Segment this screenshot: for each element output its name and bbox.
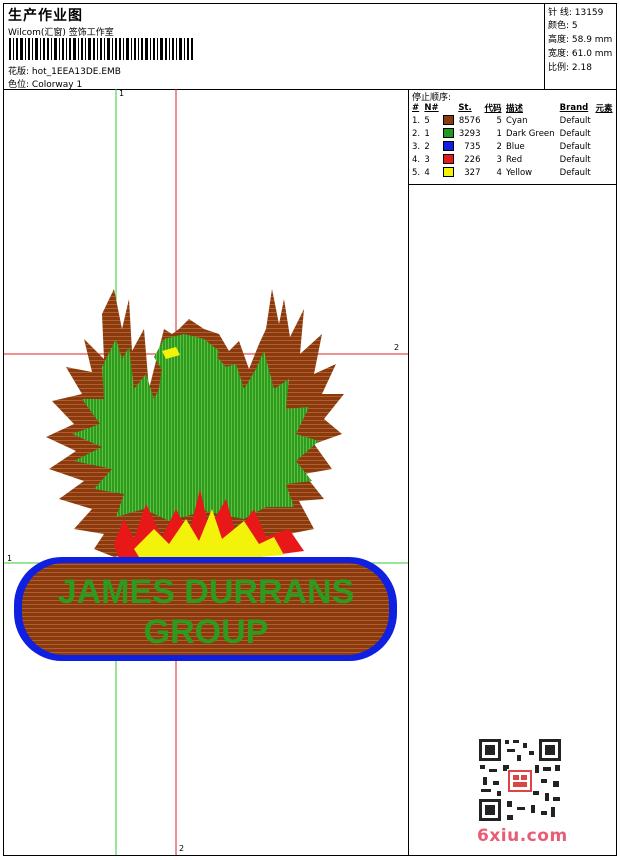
sheet-header: 生产作业图 Wilcom(汇窗) 签饰工作室 花版: hot_1EEA13DE.… (4, 4, 616, 90)
guide-label-v1: 1 (119, 89, 125, 98)
row-element (593, 114, 615, 127)
design-label: 花版: (8, 67, 30, 77)
row-description: Red (505, 154, 523, 165)
production-sheet: 生产作业图 Wilcom(汇窗) 签饰工作室 花版: hot_1EEA13DE.… (3, 3, 617, 856)
row-code: 2 (496, 141, 502, 152)
table-header-row: # N# St. 代码 描述 Brand 元素 (410, 102, 615, 114)
company-name: Wilcom(汇窗) 签饰工作室 (8, 28, 114, 38)
color-swatch (443, 128, 454, 139)
design-file: 花版: hot_1EEA13DE.EMB (8, 64, 121, 77)
row-swatch (441, 127, 456, 140)
table-row: 3. 2 735 2 Blue Default (410, 140, 615, 153)
color-swatch (443, 167, 454, 178)
sheet-title: 生产作业图 (8, 8, 83, 24)
row-element (593, 166, 615, 179)
banner-line2: GROUP (144, 613, 269, 651)
watermark-logo: 6xiu.com (477, 826, 568, 846)
row-code: 3 (496, 154, 502, 165)
row-code: 1 (496, 128, 502, 139)
banner-line1: JAMES DURRANS (58, 573, 355, 611)
row-description: Cyan (505, 115, 528, 126)
row-description: Blue (505, 141, 525, 152)
table-row: 1. 5 8576 5 Cyan Default (410, 114, 615, 127)
row-code: 4 (496, 167, 502, 178)
color-swatch (443, 154, 454, 165)
row-swatch (441, 166, 456, 179)
row-brand: Default (559, 154, 591, 165)
row-needle: 4 (424, 167, 430, 178)
guide-label-v2: 2 (179, 844, 185, 853)
row-brand: Default (559, 141, 591, 152)
row-stitches: 327 (464, 167, 481, 178)
row-number: 5. (412, 167, 421, 178)
row-element (593, 153, 615, 166)
design-scale: 比例: 2.18 (548, 63, 592, 73)
row-swatch (441, 114, 456, 127)
col-header: 描述 (505, 104, 523, 114)
row-number: 4. (412, 154, 421, 165)
row-needle: 1 (424, 128, 430, 139)
col-header: 元素 (595, 104, 613, 114)
color-swatch (443, 115, 454, 126)
row-stitches: 3293 (458, 128, 481, 139)
color-count: 颜色: 5 (548, 21, 578, 31)
phoenix-artwork (46, 289, 344, 561)
stitch-count: 针 线: 13159 (548, 8, 604, 18)
qr-code (477, 737, 563, 823)
table-row: 2. 1 3293 1 Dark Green Default (410, 127, 615, 140)
guide-label-h2: 2 (394, 343, 400, 352)
design-canvas: JAMES DURRANS GROUP 1 2 1 2 (4, 89, 409, 855)
stats-panel: 针 线: 13159 颜色: 5 高度: 58.9 mm 宽度: 61.0 mm… (544, 4, 617, 89)
design-width: 宽度: 61.0 mm (548, 49, 613, 59)
row-needle: 3 (424, 154, 430, 165)
row-stitches: 735 (464, 141, 481, 152)
row-needle: 2 (424, 141, 430, 152)
table-row: 5. 4 327 4 Yellow Default (410, 166, 615, 179)
panel-divider (409, 184, 616, 185)
design-height: 高度: 58.9 mm (548, 35, 613, 45)
row-stitches: 226 (464, 154, 481, 165)
row-description: Yellow (505, 167, 533, 178)
col-header: Brand (559, 103, 589, 113)
col-header: St. (458, 103, 472, 113)
col-header (441, 102, 456, 114)
embroidery-preview: JAMES DURRANS GROUP (4, 89, 408, 855)
row-element (593, 140, 615, 153)
row-brand: Default (559, 115, 591, 126)
barcode (9, 38, 193, 60)
banner-artwork: JAMES DURRANS GROUP (14, 557, 397, 661)
row-swatch (441, 140, 456, 153)
col-header: # (412, 103, 420, 113)
row-brand: Default (559, 167, 591, 178)
row-stitches: 8576 (458, 115, 481, 126)
row-code: 5 (496, 115, 502, 126)
row-number: 3. (412, 141, 421, 152)
row-number: 2. (412, 128, 421, 139)
table-row: 4. 3 226 3 Red Default (410, 153, 615, 166)
col-header: 代码 (484, 104, 502, 114)
row-description: Dark Green (505, 128, 555, 139)
row-number: 1. (412, 115, 421, 126)
guide-label-h1: 1 (7, 554, 13, 563)
col-header: N# (424, 103, 439, 113)
design-value: hot_1EEA13DE.EMB (31, 67, 121, 77)
color-swatch (443, 141, 454, 152)
row-needle: 5 (424, 115, 430, 126)
row-element (593, 127, 615, 140)
row-swatch (441, 153, 456, 166)
stop-sequence-table: # N# St. 代码 描述 Brand 元素 1. 5 8576 5 Cyan Defa… (410, 102, 615, 179)
row-brand: Default (559, 128, 591, 139)
